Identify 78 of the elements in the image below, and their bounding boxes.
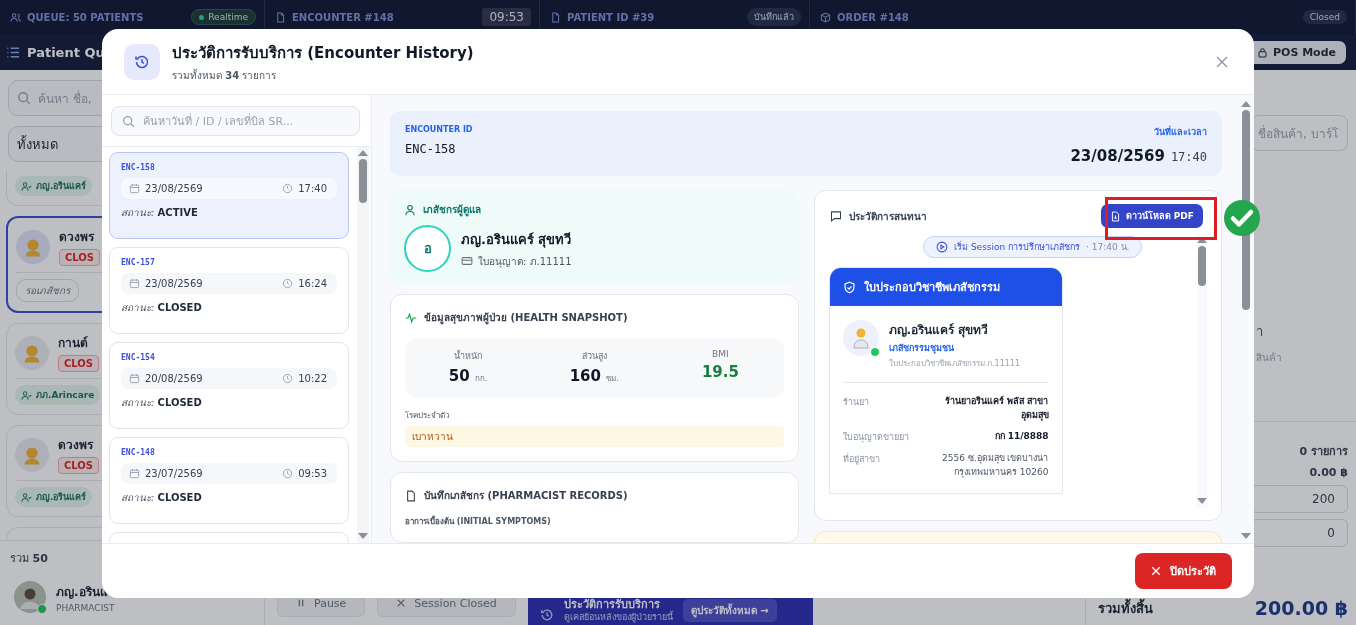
section-heading: ประวัติการสนทนา — [829, 208, 927, 224]
stat-value: 19.5 — [701, 363, 739, 381]
conditions-value: เบาหวาน — [405, 426, 784, 447]
license-card-header: ใบประกอบวิชาชีพเภสัชกรรม — [829, 268, 1062, 306]
field-label: อาการเบื้องต้น (INITIAL SYMPTOMS) — [405, 515, 552, 528]
encounter-time: 09:53 — [282, 468, 327, 479]
empty-title: า — [1256, 323, 1264, 341]
field-value: 2556 ซ.อุดมสุข เขตบางนา กรุงเทพมหานคร 10260 — [941, 452, 1049, 480]
status-badge: CLOS — [58, 355, 100, 372]
pharmacist-tag: ภภ.Arincare — [15, 385, 101, 405]
banner-title: ประวัติการรับบริการ — [563, 599, 661, 611]
status-label: ORDER #148 — [837, 11, 910, 23]
pharmacist-name: ภญ.อรินแคร์ สุขทวี — [461, 230, 572, 250]
section-heading: บันทึกเภสัชกร (PHARMACIST RECORDS) — [405, 488, 784, 503]
waiting-tag: รอเภสัชกร — [16, 279, 79, 302]
status-badge: บันทึกแล้ว — [747, 8, 801, 26]
field-label: ใบอนุญาตขายยา — [842, 431, 910, 445]
status-badge: Closed — [1302, 10, 1347, 24]
field-value: ร้านยาอรินแคร์ พลัส สาขา อุดมสุข — [944, 395, 1049, 422]
encounter-time: 10:22 — [282, 373, 327, 384]
license-number: ใบประกอบวิชาชีพเภสัชกรรม ภ.11111 — [888, 358, 1021, 370]
encounter-date: 23/08/2569 — [1070, 147, 1165, 165]
status-label: PATIENT ID #39 — [567, 11, 656, 23]
stat-value: 50 กก. — [448, 367, 488, 385]
status-label: ENCOUNTER #148 — [292, 11, 395, 23]
encounter-date: 20/08/2569 — [129, 373, 203, 384]
pharmacist-tag: ภญ.อรินแคร์ — [15, 487, 93, 507]
encounter-id-label: ENCOUNTER ID — [405, 125, 473, 134]
conditions-label: โรคประจำตัว — [405, 410, 450, 422]
encounter-status: สถานะ: CLOSED — [121, 491, 203, 505]
stat-value: 160 ซม. — [569, 367, 619, 385]
field-label: ที่อยู่สาขา — [842, 452, 881, 467]
encounter-status: สถานะ: ACTIVE — [121, 206, 199, 220]
encounter-date: 23/08/2569 — [129, 183, 203, 194]
stat-label: BMI — [712, 349, 729, 359]
discount-amount: 0.00 ฿ — [1309, 466, 1348, 479]
clock-readout: 09:53 — [482, 8, 531, 26]
encounter-id: ENC-158 — [121, 163, 156, 172]
datetime-label: วันที่และเวลา — [1154, 125, 1207, 139]
encounter-id: ENC-148 — [121, 448, 156, 457]
pharmacist-role: เภสัชกรรมชุมชน — [888, 342, 955, 355]
total-label: รวมทั้งสิ้น — [1098, 597, 1153, 618]
pharmacist-name: ภญ.อรินแคร์ สุขทวี — [888, 322, 990, 339]
encounter-id: ENC-157 — [121, 258, 156, 267]
section-heading: เภสัชกรผู้ดูแล — [404, 202, 785, 217]
encounter-id: ENC-158 — [405, 142, 457, 156]
field-label: ร้านยา — [842, 396, 870, 409]
empty-text: สินค้า — [1256, 351, 1283, 365]
session-start-pill: เริ่ม Session การปรึกษาเภสัชกร · 17:40 น. — [923, 236, 1143, 258]
pharmacist-tag: ภญ.อรินแคร์ — [15, 176, 93, 196]
stat-label: ส่วนสูง — [581, 350, 607, 363]
encounter-date: 23/07/2569 — [129, 468, 203, 479]
encounter-date: 23/08/2569 — [129, 278, 203, 289]
status-badge: Realtime — [191, 9, 256, 25]
total-amount: 200.00 ฿ — [1254, 597, 1348, 619]
user-name: ภญ.อรินแ — [56, 583, 109, 601]
encounter-id: ENC-154 — [121, 353, 156, 362]
encounter-time: 16:24 — [282, 278, 327, 289]
status-badge: CLOS — [59, 249, 101, 266]
initial-avatar: อ — [404, 225, 451, 272]
field-value: กก 11/8888 — [994, 430, 1049, 443]
status-label: QUEUE: 50 PATIENTS — [27, 11, 145, 23]
item-count: 0 รายการ — [1299, 444, 1348, 460]
encounter-time: 17:40 — [282, 183, 327, 194]
encounter-status: สถานะ: CLOSED — [121, 396, 203, 410]
encounter-status: สถานะ: CLOSED — [121, 301, 203, 315]
status-badge: CLOS — [58, 457, 100, 474]
patient-name: กานต์ — [58, 335, 89, 352]
patient-name: ดวงพร — [58, 437, 95, 454]
dialog-title: ประวัติการรับบริการ (Encounter History) — [172, 42, 475, 64]
dialog-subtitle: รวมทั้งหมด 34 รายการ — [172, 67, 278, 83]
patient-name: ดวงพร — [59, 229, 96, 246]
encounter-time: 17:40 — [1170, 150, 1207, 164]
license-number: ใบอนุญาต: ภ.11111 — [461, 253, 572, 269]
stat-label: น้ำหนัก — [454, 349, 483, 363]
banner-subtitle: ดูเคสย้อนหลังของผู้ป่วยรายนี้ — [563, 611, 673, 622]
section-heading: ข้อมูลสุขภาพผู้ป่วย (HEALTH SNAPSHOT) — [405, 310, 784, 325]
user-role: PHARMACIST — [56, 602, 115, 613]
